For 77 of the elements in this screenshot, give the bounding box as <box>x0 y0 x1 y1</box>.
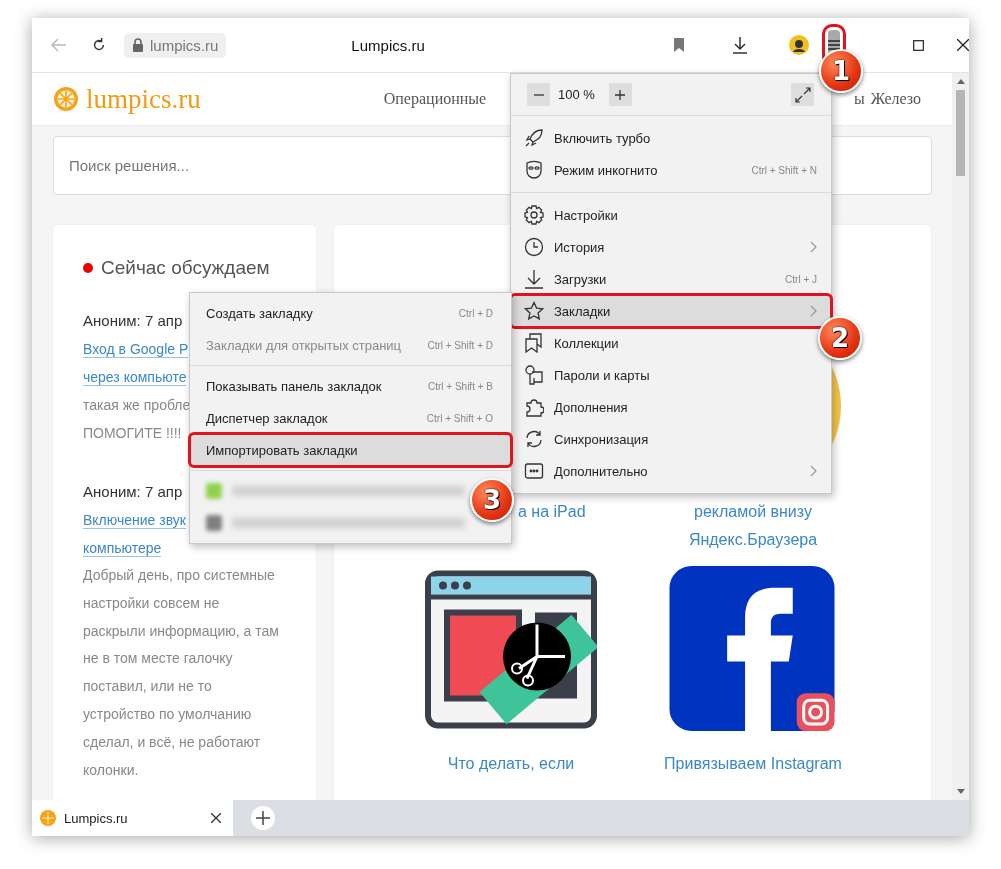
shortcut-label: Ctrl + D <box>458 307 493 319</box>
avatar-icon[interactable] <box>788 35 809 55</box>
key-card-icon <box>524 365 544 385</box>
minus-icon <box>533 93 544 96</box>
tab-title: Lumpics.ru <box>64 810 129 826</box>
download-icon <box>524 269 544 289</box>
menu-item[interactable]: Синхронизация <box>511 423 817 455</box>
browser-tab[interactable]: Lumpics.ru <box>32 800 233 836</box>
menu-item[interactable]: История <box>511 231 817 263</box>
bookmarks-icon <box>524 333 544 353</box>
comment-author: Аноним: 7 апр <box>83 311 183 331</box>
close-icon[interactable] <box>211 813 221 823</box>
menu-item[interactable]: Диспетчер закладок Ctrl + Shift + O <box>190 402 511 434</box>
zoom-level: 100 % <box>558 87 595 102</box>
citrus-slice-icon <box>40 810 56 826</box>
shortcut-label: Ctrl + Shift + O <box>426 412 493 424</box>
shortcut-label: Ctrl + Shift + N <box>751 164 817 176</box>
article-title[interactable]: а на iPad <box>518 498 586 526</box>
menu-item[interactable]: Закладки <box>511 295 831 327</box>
fullscreen-button[interactable] <box>791 83 814 106</box>
nav-link[interactable]: Железо <box>870 91 921 107</box>
comment-author: Аноним: 7 апр <box>83 482 183 502</box>
maximize-icon[interactable] <box>913 39 924 51</box>
reload-icon[interactable] <box>91 37 107 53</box>
menu-item[interactable]: Дополнения <box>511 391 817 423</box>
menu-item[interactable]: Пароли и карты <box>511 359 817 391</box>
article-link[interactable]: через компьюте <box>83 369 187 386</box>
settings-icon <box>524 205 544 225</box>
shortcut-label: Ctrl + Shift + B <box>427 380 493 392</box>
article-title[interactable]: Яндекс.Браузера <box>688 526 818 554</box>
mask-icon <box>524 160 544 180</box>
comment-text: такая же пробле <box>83 396 191 415</box>
menu-item[interactable]: Режим инкогнито Ctrl + Shift + N <box>511 154 817 186</box>
zoom-out-button[interactable] <box>527 83 550 106</box>
scroll-up-icon[interactable] <box>956 79 965 84</box>
shortcut-label: Ctrl + Shift + D <box>427 339 493 351</box>
nav-link[interactable]: ы <box>854 91 865 107</box>
bookmark-icon[interactable] <box>672 37 685 53</box>
citrus-slice-icon <box>54 87 78 111</box>
menu-item[interactable]: Показывать панель закладок Ctrl + Shift + B <box>190 370 511 402</box>
comment-text: ПОМОГИТЕ !!!! <box>83 424 182 443</box>
plus-icon <box>615 89 626 100</box>
address-field[interactable]: lumpics.ru <box>124 32 227 58</box>
zoom-in-button[interactable] <box>608 83 632 106</box>
menu-item[interactable]: Загрузки Ctrl + J <box>511 263 817 295</box>
menu-icon <box>827 40 840 50</box>
new-tab-icon[interactable] <box>251 806 275 830</box>
menu-item[interactable]: Импортировать закладки <box>190 434 511 466</box>
puzzle-icon <box>524 397 544 417</box>
article-title[interactable]: Что делать, если <box>447 750 575 778</box>
article-title[interactable]: Привязываем Instagram <box>664 750 842 778</box>
expand-icon <box>794 86 811 103</box>
download-icon[interactable] <box>730 36 749 54</box>
close-icon[interactable] <box>957 39 969 51</box>
shortcut-label: Ctrl + J <box>785 273 817 285</box>
section-title: Сейчас обсуждаем <box>101 257 270 279</box>
scroll-down-icon[interactable] <box>956 789 965 794</box>
comment-text: Добрый день, про системные настройки совсем не раскрыли информацию, а там не в том месте галочку поставил, или не то устройство по умолчанию сделал, и всё, не работают колонки. <box>83 566 279 780</box>
more-icon <box>524 461 544 481</box>
scrollbar[interactable] <box>952 73 969 800</box>
sync-icon <box>524 429 544 449</box>
live-dot-icon <box>83 263 93 273</box>
page-title: Lumpics.ru <box>351 36 425 54</box>
menu-item[interactable]: Дополнительно <box>511 455 817 487</box>
article-title[interactable]: рекламой внизу <box>694 498 812 526</box>
clock-icon <box>524 237 544 257</box>
nav-link[interactable]: Операционные <box>383 91 487 107</box>
lock-icon <box>132 38 144 52</box>
article-link[interactable]: Включение звук <box>83 512 186 529</box>
article-link[interactable]: Вход в Google P <box>83 341 189 358</box>
rocket-icon <box>524 128 544 148</box>
menu-item[interactable]: Настройки <box>511 199 817 231</box>
star-icon <box>524 301 544 321</box>
scroll-thumb[interactable] <box>956 90 965 176</box>
menu-item[interactable]: Коллекции <box>511 327 817 359</box>
menu-item[interactable]: Создать закладку Ctrl + D <box>190 297 511 329</box>
article-link[interactable]: компьютере <box>83 540 162 557</box>
